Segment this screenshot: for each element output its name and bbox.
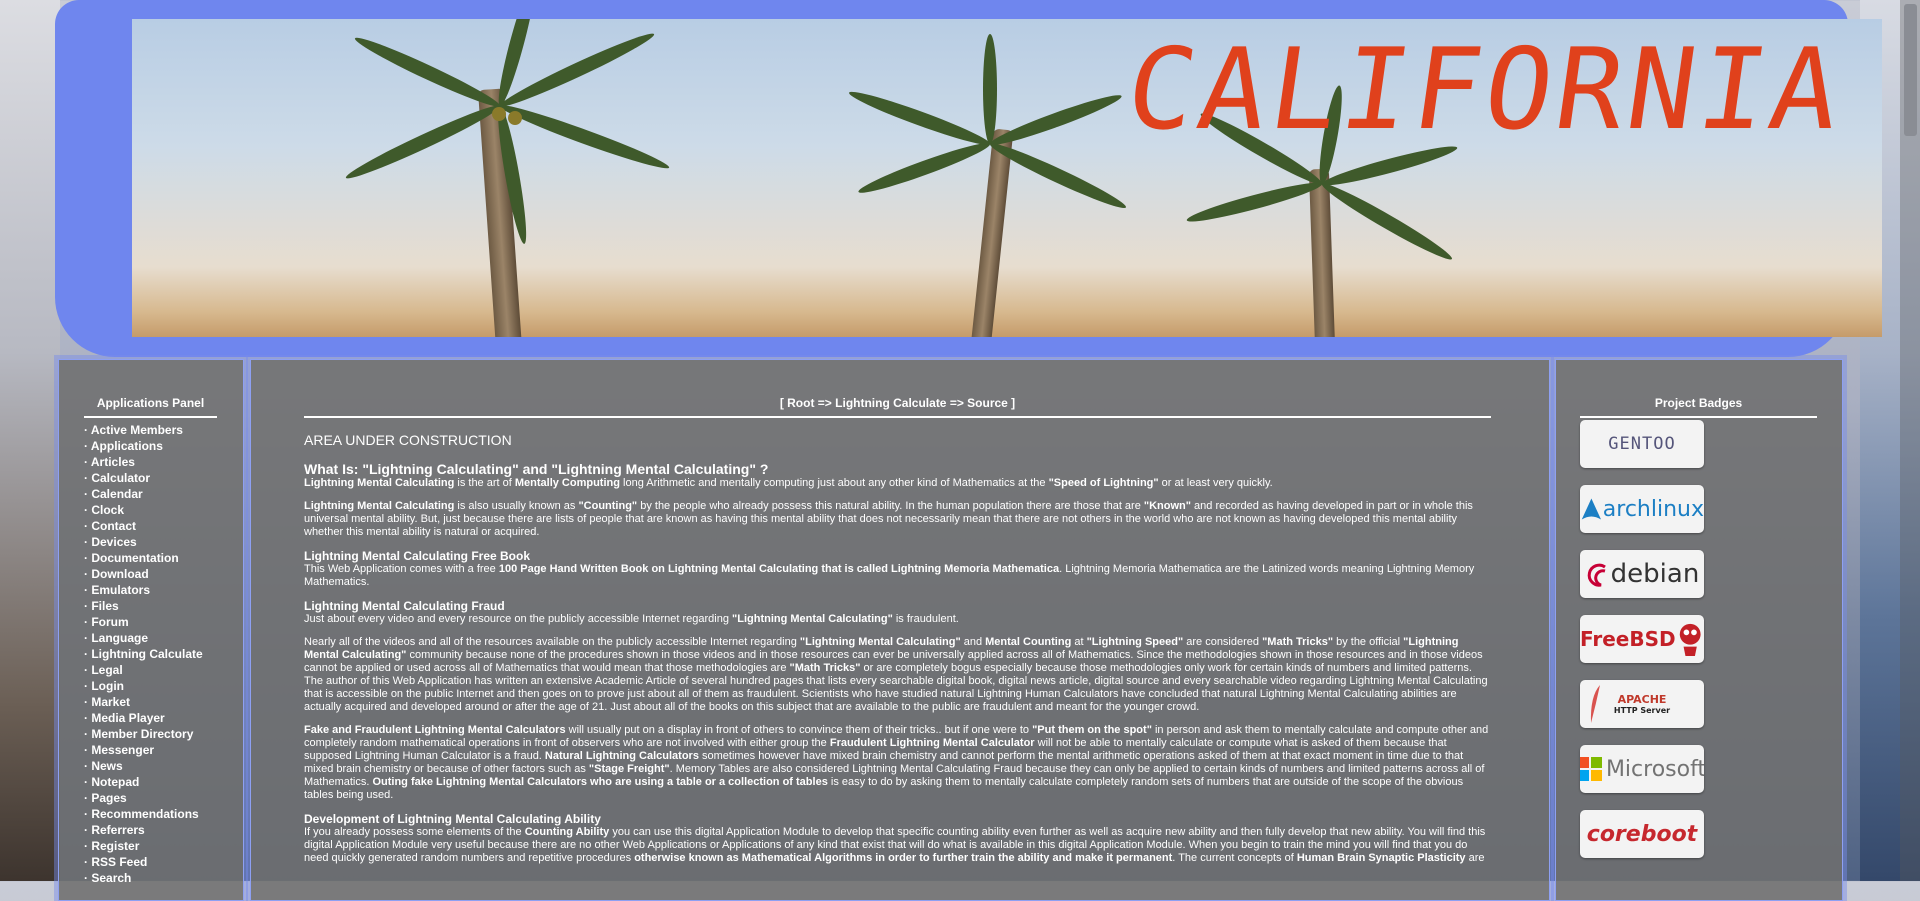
app-link-register[interactable]: Register <box>84 838 203 854</box>
construction-notice: AREA UNDER CONSTRUCTION <box>304 432 512 448</box>
paragraph-math-tricks: Nearly all of the videos and all of the … <box>304 636 1488 713</box>
app-link-active-members[interactable]: Active Members <box>84 422 203 438</box>
page-scrollbar[interactable] <box>1900 0 1920 881</box>
coconut <box>508 111 522 125</box>
app-link-search[interactable]: Search <box>84 870 203 886</box>
project-badges-title: Project Badges <box>1580 396 1817 418</box>
palm-frond <box>497 99 672 175</box>
applications-panel: Applications Panel Active Members Applic… <box>58 359 244 901</box>
microsoft-badge[interactable]: Microsoft <box>1580 745 1704 793</box>
gentoo-logo-icon: GENTOO <box>1608 434 1676 454</box>
app-link-calendar[interactable]: Calendar <box>84 486 203 502</box>
coreboot-badge[interactable]: coreboot <box>1580 810 1704 858</box>
app-link-member-directory[interactable]: Member Directory <box>84 726 203 742</box>
debian-badge[interactable]: debian <box>1580 550 1704 598</box>
app-link-language[interactable]: Language <box>84 630 203 646</box>
coconut <box>492 107 506 121</box>
app-link-login[interactable]: Login <box>84 678 203 694</box>
app-link-lightning-calculate[interactable]: Lightning Calculate <box>84 646 202 662</box>
applications-panel-title: Applications Panel <box>84 396 217 418</box>
palm-trunk <box>970 128 1014 337</box>
app-link-news[interactable]: News <box>84 758 203 774</box>
apache-label: APACHE <box>1617 693 1667 706</box>
app-link-forum[interactable]: Forum <box>84 614 203 630</box>
app-link-recommendations[interactable]: Recommendations <box>84 806 203 822</box>
palm-frond <box>352 32 503 113</box>
header-frame: CALIFORNIA <box>55 0 1882 357</box>
app-link-referrers[interactable]: Referrers <box>84 822 203 838</box>
app-link-applications[interactable]: Applications <box>84 438 203 454</box>
app-link-contact[interactable]: Contact <box>84 518 203 534</box>
freebsd-logo-icon <box>1679 623 1701 657</box>
app-link-emulators[interactable]: Emulators <box>84 582 203 598</box>
applications-list: Active Members Applications Articles Cal… <box>84 422 203 886</box>
palm-frond <box>983 34 997 144</box>
article-heading: What Is: "Lightning Calculating" and "Li… <box>304 461 769 477</box>
palm-frond <box>846 86 993 151</box>
project-badges-panel: Project Badges GENTOO archlinux debian F… <box>1555 359 1843 901</box>
paragraph-intro: Lightning Mental Calculating is the art … <box>304 477 1273 489</box>
scrollbar-thumb[interactable] <box>1904 4 1917 136</box>
apache-feather-icon <box>1590 685 1600 723</box>
archlinux-badge[interactable]: archlinux <box>1580 485 1704 533</box>
banner-title: CALIFORNIA <box>1118 25 1852 155</box>
paragraph-free-book: This Web Application comes with a free 1… <box>304 563 1475 588</box>
app-link-devices[interactable]: Devices <box>84 534 203 550</box>
palm-frond <box>856 137 993 199</box>
debian-logo-icon <box>1587 563 1606 587</box>
paragraph-fraud: Just about every video and every resourc… <box>304 613 959 625</box>
freebsd-badge[interactable]: FreeBSD <box>1580 615 1704 663</box>
app-link-rss-feed[interactable]: RSS Feed <box>84 854 203 870</box>
app-link-media-player[interactable]: Media Player <box>84 710 203 726</box>
app-link-legal[interactable]: Legal <box>84 662 203 678</box>
main-content-panel: [ Root => Lightning Calculate => Source … <box>250 359 1550 901</box>
paragraph-fake-calculators: Fake and Fraudulent Lightning Mental Cal… <box>304 724 1489 801</box>
background-sand-left <box>0 0 60 881</box>
palm-frond <box>987 89 1124 151</box>
app-link-files[interactable]: Files <box>84 598 203 614</box>
app-link-calculator[interactable]: Calculator <box>84 470 203 486</box>
app-link-messenger[interactable]: Messenger <box>84 742 203 758</box>
header-banner: CALIFORNIA <box>132 19 1882 337</box>
microsoft-label: Microsoft <box>1605 756 1704 782</box>
app-link-pages[interactable]: Pages <box>84 790 203 806</box>
microsoft-logo-icon <box>1580 757 1602 781</box>
app-link-articles[interactable]: Articles <box>84 454 203 470</box>
archlinux-logo-icon <box>1581 498 1602 520</box>
apache-http-server-label: HTTP Server <box>1613 706 1671 715</box>
paragraph-development: If you already possess some elements of … <box>304 826 1486 864</box>
archlinux-label: archlinux <box>1602 496 1704 522</box>
section-heading-free-book: Lightning Mental Calculating Free Book <box>304 549 531 563</box>
section-heading-fraud: Lightning Mental Calculating Fraud <box>304 599 505 613</box>
apache-badge[interactable]: APACHE HTTP Server <box>1580 680 1704 728</box>
app-link-market[interactable]: Market <box>84 694 203 710</box>
app-link-documentation[interactable]: Documentation <box>84 550 203 566</box>
article-content: AREA UNDER CONSTRUCTION What Is: "Lightn… <box>304 432 1491 875</box>
app-link-download[interactable]: Download <box>84 566 203 582</box>
debian-label: debian <box>1610 559 1700 589</box>
breadcrumb[interactable]: [ Root => Lightning Calculate => Source … <box>304 396 1491 418</box>
freebsd-label: FreeBSD <box>1580 627 1676 651</box>
app-link-notepad[interactable]: Notepad <box>84 774 203 790</box>
palm-frond <box>1184 177 1324 227</box>
coreboot-logo-icon: coreboot <box>1586 821 1698 847</box>
paragraph-counting: Lightning Mental Calculating is also usu… <box>304 500 1473 538</box>
palm-frond <box>342 99 503 185</box>
section-heading-development: Development of Lightning Mental Calculat… <box>304 812 601 826</box>
palm-frond <box>1318 177 1456 266</box>
app-link-clock[interactable]: Clock <box>84 502 203 518</box>
gentoo-badge[interactable]: GENTOO <box>1580 420 1704 468</box>
